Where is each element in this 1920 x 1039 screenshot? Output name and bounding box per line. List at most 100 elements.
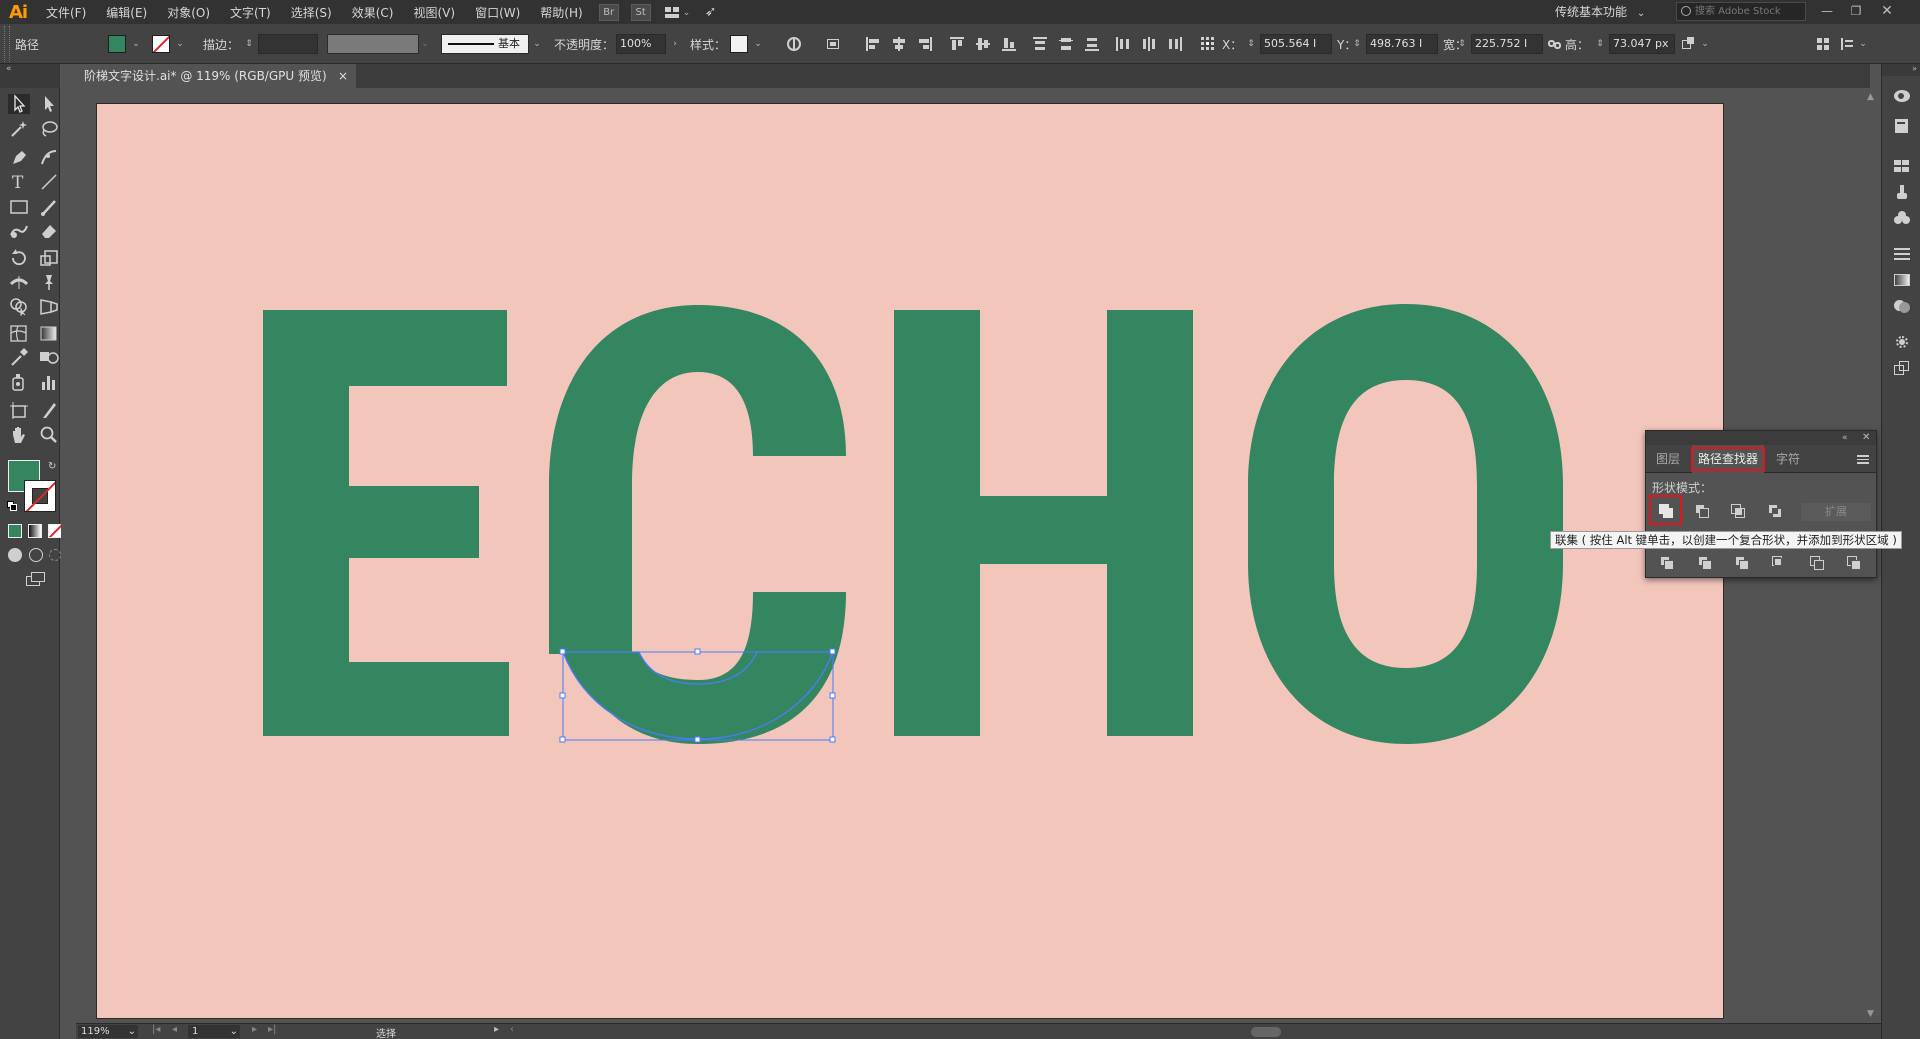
selection-handle[interactable]: [694, 648, 701, 655]
first-artboard-icon[interactable]: |◂: [152, 1024, 160, 1035]
status-menu-icon[interactable]: ▸: [494, 1024, 499, 1035]
type-tool-icon[interactable]: T: [8, 172, 30, 193]
selection-handle[interactable]: [829, 736, 836, 743]
gradient-tool-icon[interactable]: [38, 323, 60, 343]
hand-tool-icon[interactable]: [8, 425, 30, 445]
draw-inside-icon[interactable]: [49, 549, 61, 561]
opacity-field[interactable]: 100%: [616, 34, 666, 54]
recolor-artwork-icon[interactable]: [786, 36, 802, 52]
align-bottom-icon[interactable]: [1001, 36, 1017, 52]
width-stepper[interactable]: ⇕: [1457, 37, 1467, 51]
stock-search-input[interactable]: 搜索 Adobe Stock: [1676, 2, 1806, 21]
chevron-down-icon[interactable]: ⌄: [175, 37, 185, 51]
exclude-button[interactable]: [1764, 501, 1786, 521]
column-graph-tool-icon[interactable]: [38, 372, 60, 392]
symbols-icon[interactable]: [1893, 210, 1911, 226]
crop-button[interactable]: [1768, 553, 1790, 573]
width-tool-icon[interactable]: [8, 272, 30, 292]
scroll-thumb[interactable]: [1251, 1027, 1281, 1037]
panel-titlebar[interactable]: « ✕: [1646, 431, 1876, 445]
restore-button[interactable]: ❐: [1845, 2, 1867, 20]
selection-handle[interactable]: [694, 736, 701, 743]
stroke-panel-icon[interactable]: [1893, 246, 1911, 262]
menu-view[interactable]: 视图(V): [403, 4, 465, 21]
menu-edit[interactable]: 编辑(E): [96, 4, 157, 21]
swap-fill-stroke-icon[interactable]: ↻: [48, 462, 58, 472]
chevron-down-icon[interactable]: ⌄: [131, 37, 141, 51]
menu-file[interactable]: 文件(F): [36, 4, 96, 21]
magic-wand-tool-icon[interactable]: [8, 119, 30, 139]
artboard-number-field[interactable]: 1 ⌄: [188, 1025, 240, 1038]
merge-button[interactable]: [1731, 553, 1753, 573]
menu-help[interactable]: 帮助(H): [530, 4, 592, 21]
trim-button[interactable]: [1694, 553, 1716, 573]
slice-tool-icon[interactable]: [38, 400, 60, 420]
tools-panel-header[interactable]: «: [0, 64, 60, 88]
selection-handle[interactable]: [829, 648, 836, 655]
minimize-button[interactable]: —: [1816, 2, 1838, 20]
width-field[interactable]: 225.752 I: [1471, 34, 1543, 54]
close-icon[interactable]: ×: [338, 64, 348, 88]
align-top-icon[interactable]: [949, 36, 965, 52]
stroke-color-box[interactable]: [24, 480, 56, 512]
graphic-styles-icon[interactable]: [1893, 360, 1911, 376]
y-stepper[interactable]: ⇕: [1352, 37, 1362, 51]
paintbrush-tool-icon[interactable]: [38, 197, 60, 217]
selection-handle[interactable]: [559, 692, 566, 699]
arrange-panels-icon[interactable]: [1816, 36, 1832, 52]
dock-collapse-icon[interactable]: »: [1882, 64, 1920, 76]
shape-builder-tool-icon[interactable]: [8, 296, 30, 317]
height-stepper[interactable]: ⇕: [1595, 37, 1605, 51]
color-mode-icon[interactable]: [8, 524, 22, 538]
align-horizontal-center-icon[interactable]: [891, 36, 907, 52]
transparency-icon[interactable]: [1893, 298, 1911, 314]
swatches-icon[interactable]: [1893, 158, 1911, 174]
document-tab[interactable]: 阶梯文字设计.ai* @ 119% (RGB/GPU 预览) ×: [76, 64, 356, 88]
distribute-bottom-icon[interactable]: [1084, 36, 1100, 52]
blend-tool-icon[interactable]: [38, 347, 60, 367]
minus-front-button[interactable]: [1691, 501, 1713, 521]
artboard[interactable]: [97, 104, 1723, 1018]
minus-back-button[interactable]: [1843, 553, 1865, 573]
gpu-performance-icon[interactable]: ➶: [705, 4, 725, 20]
pen-tool-icon[interactable]: [8, 147, 30, 167]
tab-layers[interactable]: 图层: [1656, 445, 1690, 473]
color-guide-icon[interactable]: [1893, 88, 1911, 104]
menu-object[interactable]: 对象(O): [157, 4, 220, 21]
stroke-color-swatch[interactable]: [152, 35, 170, 53]
brushes-icon[interactable]: [1893, 184, 1911, 200]
align-right-icon[interactable]: [917, 36, 933, 52]
selection-handle[interactable]: [559, 736, 566, 743]
chevron-down-icon[interactable]: ⌄: [532, 37, 542, 51]
selection-tool-icon[interactable]: [8, 94, 30, 114]
fill-color-swatch[interactable]: [108, 35, 126, 53]
chevron-down-icon[interactable]: ⌄: [1858, 37, 1868, 51]
selected-half-circle[interactable]: [562, 651, 834, 740]
outline-button[interactable]: [1806, 553, 1828, 573]
x-field[interactable]: 505.564 I: [1260, 34, 1332, 54]
expand-button[interactable]: 扩展: [1801, 503, 1871, 521]
perspective-grid-tool-icon[interactable]: [38, 296, 60, 316]
graphic-style-swatch[interactable]: [730, 35, 748, 53]
chevron-right-icon[interactable]: ›: [670, 37, 680, 51]
eyedropper-tool-icon[interactable]: [8, 347, 30, 367]
letter-o[interactable]: [1248, 304, 1563, 744]
height-field[interactable]: 73.047 px: [1609, 34, 1675, 54]
control-panel-options-icon[interactable]: [1840, 36, 1856, 52]
previous-artboard-icon[interactable]: ◂: [172, 1024, 177, 1035]
stroke-weight-field[interactable]: [258, 34, 318, 54]
mesh-tool-icon[interactable]: [8, 323, 30, 343]
divide-button[interactable]: [1656, 553, 1678, 573]
gradient-mode-icon[interactable]: [28, 524, 42, 538]
distribute-right-icon[interactable]: [1167, 36, 1183, 52]
chevron-down-icon[interactable]: ⌄: [753, 37, 763, 51]
none-mode-icon[interactable]: [48, 524, 62, 538]
chevron-down-icon[interactable]: ⌄: [420, 37, 430, 51]
rectangle-tool-icon[interactable]: [8, 197, 30, 217]
chevron-down-icon[interactable]: ⌄: [1700, 37, 1710, 51]
menu-effect[interactable]: 效果(C): [342, 4, 404, 21]
curvature-tool-icon[interactable]: [38, 147, 60, 167]
tab-character[interactable]: 字符: [1776, 445, 1810, 473]
symbol-sprayer-tool-icon[interactable]: [8, 372, 30, 392]
selection-handle[interactable]: [829, 692, 836, 699]
